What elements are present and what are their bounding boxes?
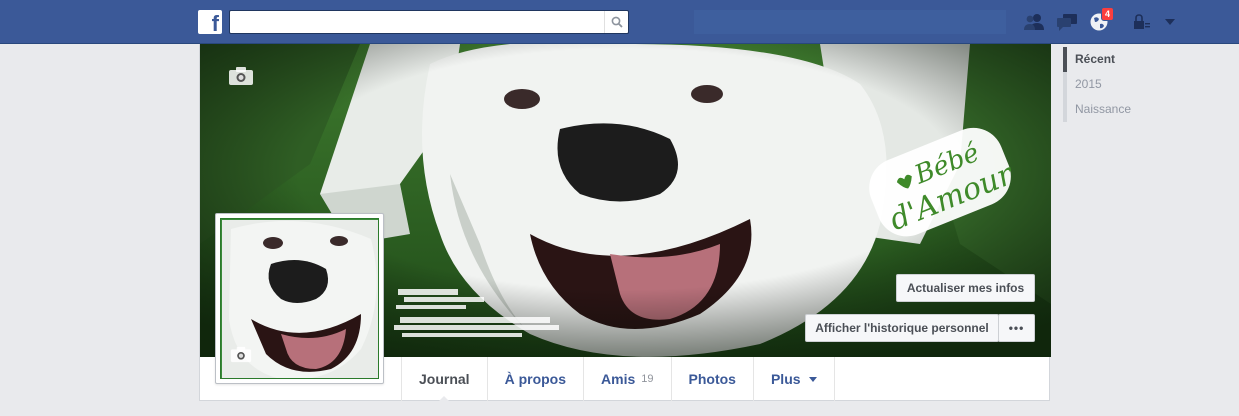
notifications-badge: 4 xyxy=(1101,7,1115,21)
timeline-nav-2015[interactable]: 2015 xyxy=(1063,72,1183,97)
chevron-down-icon xyxy=(808,376,817,382)
search-box xyxy=(229,10,629,34)
tab-label: Plus xyxy=(770,371,801,387)
tab-label: Amis xyxy=(601,371,636,387)
timeline-nav-recent[interactable]: Récent xyxy=(1063,47,1183,72)
tab-amis[interactable]: Amis 19 xyxy=(584,357,672,401)
notifications-button[interactable]: 4 xyxy=(1087,7,1115,33)
tab-journal[interactable]: Journal xyxy=(402,357,488,402)
activity-log-button[interactable]: Afficher l'historique personnel xyxy=(805,314,999,342)
tab-photos[interactable]: Photos xyxy=(672,357,754,401)
tab-a-propos[interactable]: À propos xyxy=(488,357,585,401)
update-info-button[interactable]: Actualiser mes infos xyxy=(896,274,1035,302)
timeline-year-nav: Récent 2015 Naissance xyxy=(1063,47,1183,122)
more-options-button[interactable]: ••• xyxy=(998,314,1035,342)
chevron-down-icon xyxy=(1165,19,1175,25)
friend-requests-icon xyxy=(1024,14,1044,30)
change-profile-picture-button[interactable] xyxy=(230,346,252,366)
search-icon xyxy=(611,16,623,28)
search-button[interactable] xyxy=(604,11,628,33)
search-input[interactable] xyxy=(230,11,600,33)
friends-count: 19 xyxy=(641,373,654,385)
redacted-area xyxy=(694,10,1006,34)
facebook-logo[interactable]: f xyxy=(198,10,222,34)
tab-plus[interactable]: Plus xyxy=(754,357,835,401)
camera-icon xyxy=(229,67,253,85)
camera-icon xyxy=(230,346,252,363)
change-cover-button[interactable] xyxy=(228,66,254,89)
friend-requests-button[interactable] xyxy=(1022,11,1046,33)
tab-label: À propos xyxy=(504,371,567,387)
privacy-lock-icon xyxy=(1134,14,1150,29)
profile-tabs: Journal À propos Amis 19 Photos Plus xyxy=(401,357,835,402)
timeline-nav-birth[interactable]: Naissance xyxy=(1063,97,1183,122)
messages-button[interactable] xyxy=(1055,11,1079,33)
profile-name-redacted xyxy=(394,283,564,343)
account-menu-button[interactable] xyxy=(1158,11,1182,33)
top-navigation-bar: f 4 xyxy=(0,0,1239,44)
tab-label: Photos xyxy=(688,371,736,387)
active-tab-indicator xyxy=(438,396,451,402)
privacy-shortcuts-button[interactable] xyxy=(1130,11,1154,33)
messages-icon xyxy=(1057,14,1077,31)
tab-label: Journal xyxy=(419,371,470,387)
